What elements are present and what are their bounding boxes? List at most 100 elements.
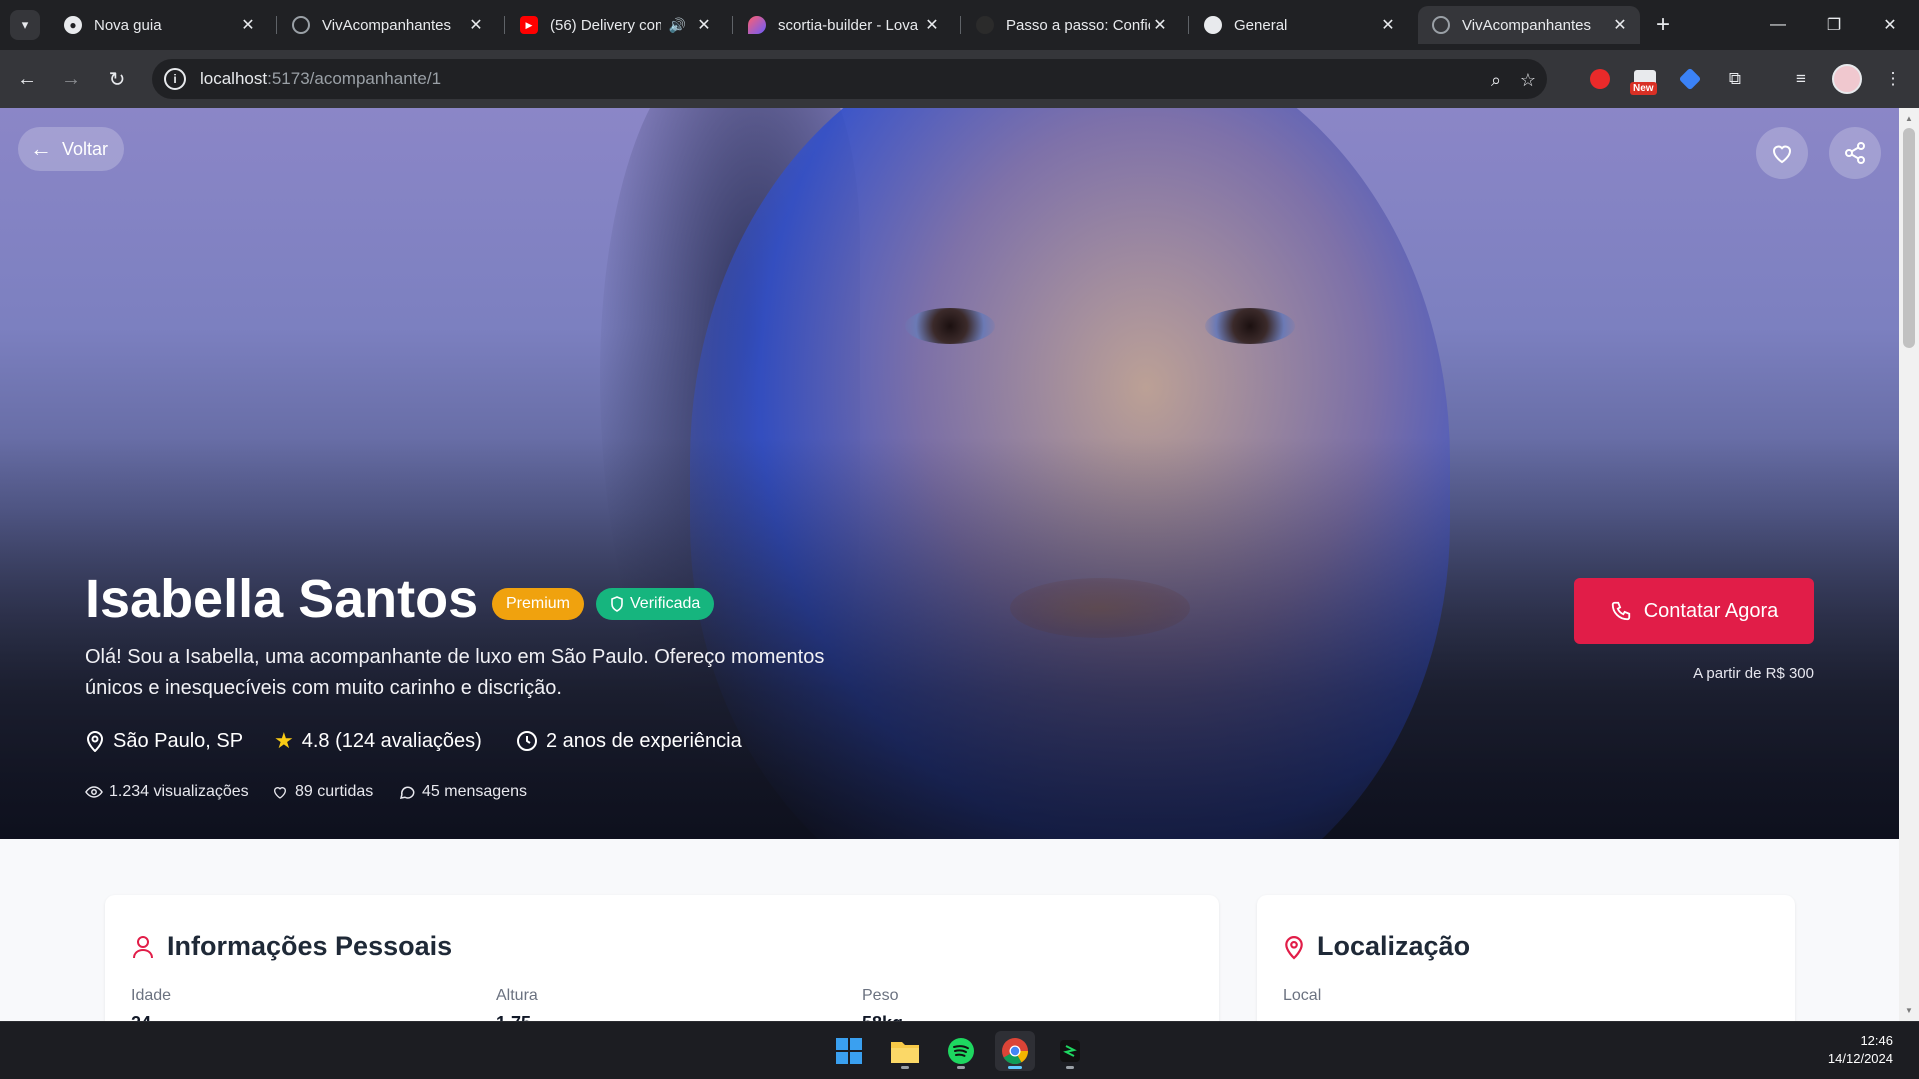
price-note: A partir de R$ 300	[1693, 665, 1814, 682]
close-tab-icon[interactable]: ✕	[1150, 15, 1170, 35]
adblock-extension-icon[interactable]	[1587, 66, 1613, 92]
tab-youtube[interactable]: ▶ (56) Delivery com 🔊 ✕	[506, 6, 724, 44]
tag-extension-icon[interactable]	[1677, 66, 1703, 92]
browser-menu-icon[interactable]: ⋮	[1880, 66, 1906, 92]
profile-avatar[interactable]	[1832, 64, 1862, 94]
close-tab-icon[interactable]: ✕	[238, 15, 258, 35]
github-icon	[1204, 16, 1222, 34]
field-value-weight: 58kg	[862, 1013, 903, 1021]
minimize-button[interactable]: —	[1750, 0, 1806, 50]
personal-info-card: Informações Pessoais Idade 24 Altura 1,7…	[105, 895, 1219, 1021]
media-control-icon[interactable]: ≡	[1788, 66, 1814, 92]
speaker-icon[interactable]: 🔊	[669, 17, 686, 34]
tab-separator	[504, 16, 505, 34]
extensions-puzzle-icon[interactable]: ⧉	[1722, 66, 1748, 92]
tab-passo-a-passo[interactable]: Passo a passo: Confic ✕	[962, 6, 1180, 44]
scroll-down-icon[interactable]: ▼	[1905, 1006, 1913, 1015]
clock-time: 12:46	[1860, 1033, 1893, 1048]
chrome-icon: ●	[64, 16, 82, 34]
reload-icon[interactable]: ↻	[102, 64, 132, 94]
close-tab-icon[interactable]: ✕	[1378, 15, 1398, 35]
heart-icon	[1772, 145, 1792, 164]
globe-icon	[292, 16, 310, 34]
back-button[interactable]: ← Voltar	[18, 127, 125, 171]
forward-arrow-icon[interactable]: →	[56, 64, 86, 94]
map-pin-icon	[86, 731, 104, 752]
phone-icon	[1611, 601, 1630, 621]
field-label-local: Local	[1283, 987, 1322, 1004]
field-value-height: 1,75	[496, 1013, 531, 1021]
address-bar[interactable]: i localhost:5173/acompanhante/1 ⌕ ☆	[152, 59, 1547, 99]
contact-now-button[interactable]: Contatar Agora	[1574, 578, 1814, 644]
browser-toolbar: ← → ↻ i localhost:5173/acompanhante/1 ⌕ …	[0, 50, 1919, 108]
site-info-icon[interactable]: i	[164, 68, 186, 90]
scroll-thumb[interactable]	[1903, 128, 1915, 348]
verified-badge: Verificada	[596, 588, 715, 620]
new-tab-button[interactable]: +	[1648, 10, 1678, 40]
views-stat: 1.234 visualizações	[85, 780, 249, 804]
personal-info-title: Informações Pessoais	[131, 931, 452, 962]
page-scrollbar[interactable]: ▲ ▼	[1899, 108, 1919, 1021]
browser-tab-strip: ▾ ● Nova guia ✕ VivAcompanhantes ✕ ▶ (56…	[0, 0, 1919, 50]
heart-icon	[273, 787, 287, 799]
tab-nova-guia[interactable]: ● Nova guia ✕	[50, 6, 268, 44]
youtube-icon: ▶	[520, 16, 538, 34]
profile-bio: Olá! Sou a Isabella, uma acompanhante de…	[85, 646, 825, 699]
lovable-heart-icon	[748, 16, 766, 34]
close-tab-icon[interactable]: ✕	[1610, 15, 1630, 35]
tab-separator	[276, 16, 277, 34]
clock-icon	[517, 731, 537, 751]
windows-taskbar: 12:46 14/12/2024	[0, 1021, 1919, 1079]
tab-separator	[732, 16, 733, 34]
tab-vivacompanhantes-1[interactable]: VivAcompanhantes ✕	[278, 6, 496, 44]
url-text: localhost:5173/acompanhante/1	[200, 69, 442, 88]
profile-hero: ← Voltar Isabella Santos Premium Verific…	[0, 108, 1899, 839]
likes-stat: 89 curtidas	[271, 780, 373, 804]
location-title: Localização	[1283, 931, 1470, 962]
globe-icon	[1432, 16, 1450, 34]
message-icon	[399, 786, 415, 799]
field-value-age: 24	[131, 1013, 151, 1021]
page-viewport: ← Voltar Isabella Santos Premium Verific…	[0, 108, 1899, 1021]
rating-info: ★ 4.8 (124 avaliações)	[274, 728, 482, 753]
profile-name: Isabella Santos	[85, 569, 479, 629]
map-pin-icon	[1285, 935, 1303, 960]
close-tab-icon[interactable]: ✕	[466, 15, 486, 35]
user-icon	[133, 935, 153, 958]
field-label-weight: Peso	[862, 987, 899, 1004]
favorite-button[interactable]	[1756, 127, 1808, 179]
system-clock[interactable]: 12:46 14/12/2024	[1828, 1032, 1893, 1068]
tab-search-button[interactable]: ▾	[10, 10, 40, 40]
scroll-up-icon[interactable]: ▲	[1905, 114, 1913, 123]
restore-button[interactable]: ❐	[1806, 0, 1862, 50]
field-label-age: Idade	[131, 987, 172, 1004]
tab-scortia-builder[interactable]: scortia-builder - Lova ✕	[734, 6, 952, 44]
close-tab-icon[interactable]: ✕	[922, 15, 942, 35]
arrow-left-icon: ←	[30, 136, 52, 161]
location-card: Localização Local	[1257, 895, 1795, 1021]
share-icon	[1845, 142, 1865, 164]
star-icon: ★	[274, 728, 294, 753]
shield-icon	[611, 596, 623, 612]
file-explorer-icon[interactable]	[885, 1031, 925, 1071]
app-icon[interactable]	[1050, 1031, 1090, 1071]
clock-date: 14/12/2024	[1827, 1051, 1893, 1066]
field-label-height: Altura	[496, 987, 538, 1004]
location-info: São Paulo, SP	[85, 726, 243, 756]
close-window-button[interactable]: ✕	[1862, 0, 1918, 50]
spotify-icon[interactable]	[941, 1031, 981, 1071]
zoom-icon[interactable]: ⌕	[1483, 67, 1509, 93]
tab-vivacompanhantes-active[interactable]: VivAcompanhantes ✕	[1418, 6, 1640, 44]
messages-stat: 45 mensagens	[398, 780, 527, 804]
premium-badge: Premium	[492, 588, 585, 620]
bookmark-star-icon[interactable]: ☆	[1515, 67, 1541, 93]
tab-general[interactable]: General ✕	[1190, 6, 1408, 44]
back-arrow-icon[interactable]: ←	[12, 64, 42, 94]
experience-info: 2 anos de experiência	[516, 726, 742, 756]
close-tab-icon[interactable]: ✕	[694, 15, 714, 35]
chrome-icon[interactable]	[995, 1031, 1035, 1071]
share-button[interactable]	[1829, 127, 1881, 179]
windows-start-icon[interactable]	[829, 1031, 869, 1071]
new-badge: New	[1630, 82, 1657, 95]
eye-icon	[85, 786, 103, 798]
